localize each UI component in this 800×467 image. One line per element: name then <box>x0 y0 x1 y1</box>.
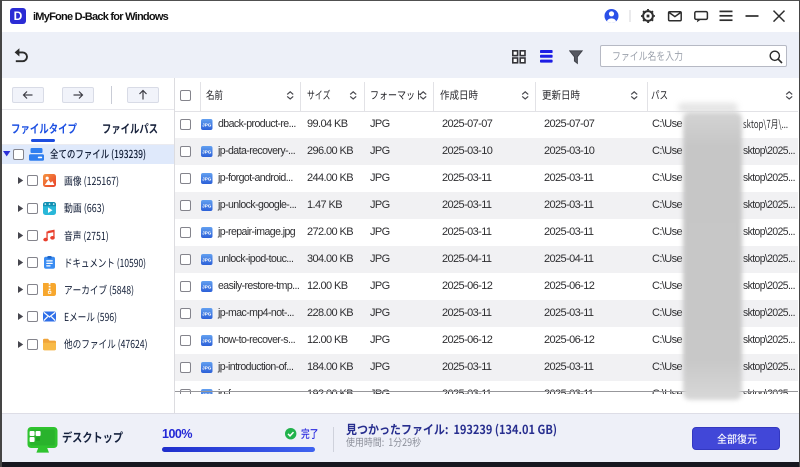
svg-text:JPG: JPG <box>202 366 212 371</box>
svg-text:JPG: JPG <box>202 258 212 263</box>
svg-text:JPG: JPG <box>202 231 212 236</box>
svg-text:JPG: JPG <box>202 393 212 394</box>
svg-text:JPG: JPG <box>202 150 212 155</box>
svg-text:JPG: JPG <box>202 312 212 317</box>
svg-text:JPG: JPG <box>202 285 212 290</box>
svg-text:JPG: JPG <box>202 123 212 128</box>
svg-text:JPG: JPG <box>202 339 212 344</box>
svg-text:JPG: JPG <box>202 177 212 182</box>
svg-text:JPG: JPG <box>202 204 212 209</box>
